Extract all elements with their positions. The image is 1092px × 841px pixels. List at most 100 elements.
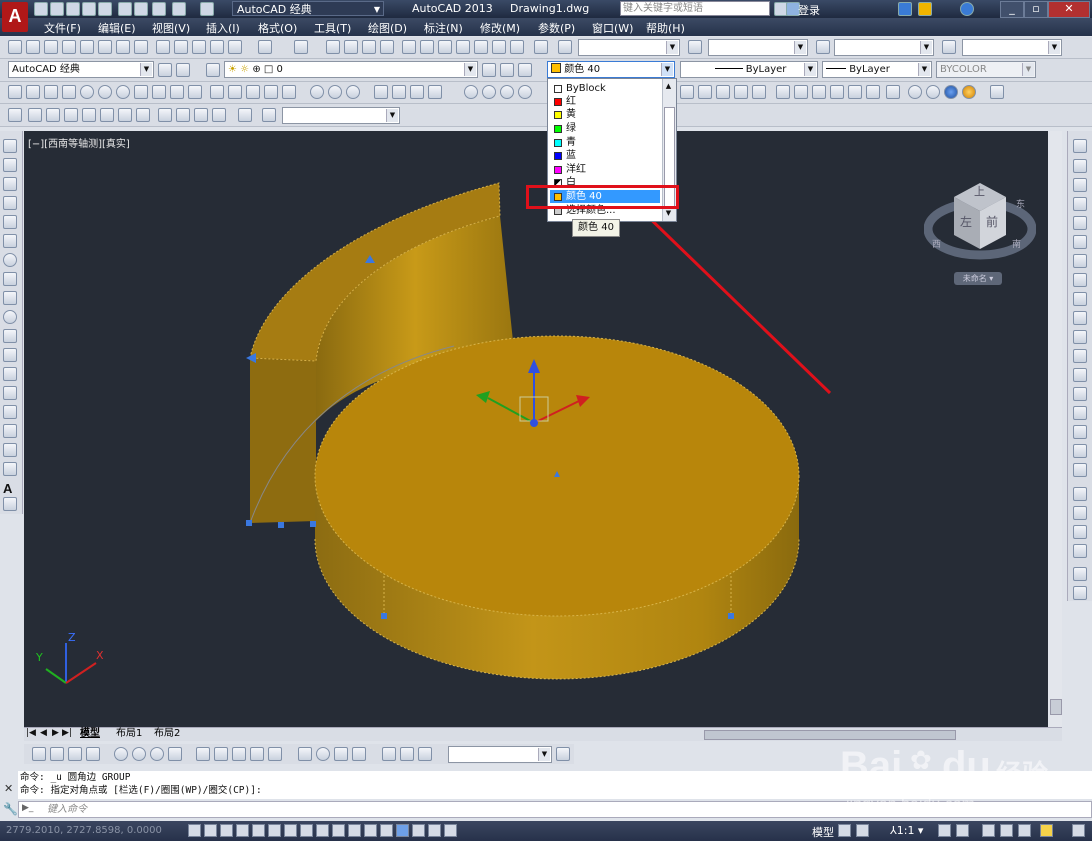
continue-icon[interactable] [232, 747, 246, 761]
separate-icon[interactable] [926, 85, 940, 99]
stretch-icon[interactable] [1073, 292, 1087, 306]
ellipse-arc-icon[interactable] [3, 329, 17, 343]
calculator-icon[interactable] [510, 40, 524, 54]
plot-icon[interactable] [98, 2, 112, 16]
layer-state-icon[interactable] [518, 63, 532, 77]
print-icon[interactable] [152, 2, 166, 16]
3darray-icon[interactable] [428, 85, 442, 99]
vertical-scrollbar[interactable] [1048, 131, 1062, 727]
quickcalc-icon[interactable] [492, 40, 506, 54]
workspace-combo[interactable]: AutoCAD 经典 ▼ [232, 1, 384, 16]
polar-icon[interactable] [252, 824, 265, 837]
region-icon[interactable] [3, 443, 17, 457]
clean-icon[interactable] [908, 85, 922, 99]
otrack-icon[interactable] [300, 824, 313, 837]
color-faces-icon[interactable] [830, 85, 844, 99]
close-button[interactable]: ✕ [1048, 1, 1090, 18]
search-input[interactable]: 键入关键字或短语 [620, 1, 770, 16]
chevron-down-icon[interactable]: ▼ [1048, 41, 1060, 54]
erase-icon[interactable] [1073, 139, 1087, 153]
draworder-back-icon[interactable] [1073, 506, 1087, 520]
interfere-icon[interactable] [346, 85, 360, 99]
radius-dim-icon[interactable] [114, 747, 128, 761]
publish-icon[interactable] [116, 40, 130, 54]
properties-icon[interactable] [402, 40, 416, 54]
copy-icon[interactable] [174, 40, 188, 54]
explode-icon[interactable] [1073, 463, 1087, 477]
inspection-icon[interactable] [334, 747, 348, 761]
chevron-down-icon[interactable]: ▼ [538, 748, 550, 761]
ellipse-icon[interactable] [3, 310, 17, 324]
chevron-down-icon[interactable]: ▼ [918, 63, 930, 76]
center-mark-icon[interactable] [316, 747, 330, 761]
ortho-icon[interactable] [236, 824, 249, 837]
view-ne-icon[interactable] [158, 108, 172, 122]
sc-icon[interactable] [444, 824, 457, 837]
maximize-button[interactable]: ▫ [1024, 1, 1048, 18]
break-icon[interactable] [1073, 368, 1087, 382]
wrench-icon[interactable]: 🔧 [3, 802, 18, 816]
color-option-magenta[interactable]: 洋红 [550, 163, 660, 176]
multileader-style-icon[interactable] [942, 40, 956, 54]
loft-icon[interactable] [264, 85, 278, 99]
solid-edit-icon[interactable] [680, 85, 694, 99]
break-at-point-icon[interactable] [1073, 349, 1087, 363]
sweep-icon[interactable] [228, 85, 242, 99]
fillet-icon[interactable] [1073, 425, 1087, 439]
visual-style-icon[interactable] [464, 85, 478, 99]
text-style-combo[interactable]: ▼ [578, 39, 680, 56]
login-link[interactable]: 登录 [798, 2, 820, 18]
save-icon[interactable] [66, 2, 80, 16]
tab-nav-first-icon[interactable]: |◀ [26, 728, 36, 738]
markup-icon[interactable] [474, 40, 488, 54]
torus-icon[interactable] [116, 85, 130, 99]
shell-icon[interactable] [944, 85, 958, 99]
line-icon[interactable] [3, 139, 17, 153]
tab-nav-last-icon[interactable]: ▶| [62, 728, 72, 738]
jogged-icon[interactable] [132, 747, 146, 761]
cut-icon[interactable] [156, 40, 170, 54]
redo-icon[interactable] [134, 2, 148, 16]
dim-update-icon[interactable] [418, 747, 432, 761]
transparency-icon[interactable] [364, 824, 377, 837]
help-icon[interactable] [534, 40, 548, 54]
multileader-style-combo[interactable]: ▼ [962, 39, 1062, 56]
polysolid-icon[interactable] [8, 85, 22, 99]
chevron-down-icon[interactable]: ▼ [666, 41, 678, 54]
draworder-under-icon[interactable] [1073, 544, 1087, 558]
revision-cloud-icon[interactable] [3, 272, 17, 286]
save-as-icon[interactable] [82, 2, 96, 16]
help-icon[interactable] [960, 2, 974, 16]
selection-cycling-icon[interactable] [396, 824, 409, 837]
wedge-icon[interactable] [44, 85, 58, 99]
visual-style-3-icon[interactable] [500, 85, 514, 99]
exchange-icon[interactable] [898, 2, 912, 16]
copy-faces-icon[interactable] [812, 85, 826, 99]
view-se-icon[interactable] [136, 108, 150, 122]
menu-insert[interactable]: 插入(I) [206, 20, 240, 36]
chevron-down-icon[interactable]: ▼ [794, 41, 806, 54]
horizontal-scroll-thumb[interactable] [704, 730, 956, 740]
cylinder-disc-solid[interactable] [314, 335, 800, 680]
undo-quick-icon[interactable] [172, 2, 186, 16]
infer-constraints-icon[interactable] [188, 824, 201, 837]
quick-dim-icon[interactable] [196, 747, 210, 761]
zoom-window-icon[interactable] [362, 40, 376, 54]
tool-palettes-icon[interactable] [438, 40, 452, 54]
sphere-icon[interactable] [80, 85, 94, 99]
move-icon[interactable] [1073, 235, 1087, 249]
text-style-icon[interactable] [558, 40, 572, 54]
ducs-icon[interactable] [316, 824, 329, 837]
menu-parametric[interactable]: 参数(P) [538, 20, 575, 36]
menu-format[interactable]: 格式(O) [258, 20, 297, 36]
zoom-icon[interactable] [262, 108, 276, 122]
circle-icon[interactable] [3, 253, 17, 267]
chevron-down-icon[interactable]: ▼ [140, 63, 152, 76]
drawing-viewport[interactable]: [−][西南等轴测][真实] 上 左 前 西 南 东 未命名 ▾ Z Y X [24, 131, 1062, 727]
dim-style-icon[interactable] [688, 40, 702, 54]
trim-icon[interactable] [1073, 311, 1087, 325]
named-views-icon[interactable] [212, 108, 226, 122]
revolve-icon[interactable] [246, 85, 260, 99]
insert-block-icon[interactable] [3, 348, 17, 362]
box-icon[interactable] [26, 85, 40, 99]
